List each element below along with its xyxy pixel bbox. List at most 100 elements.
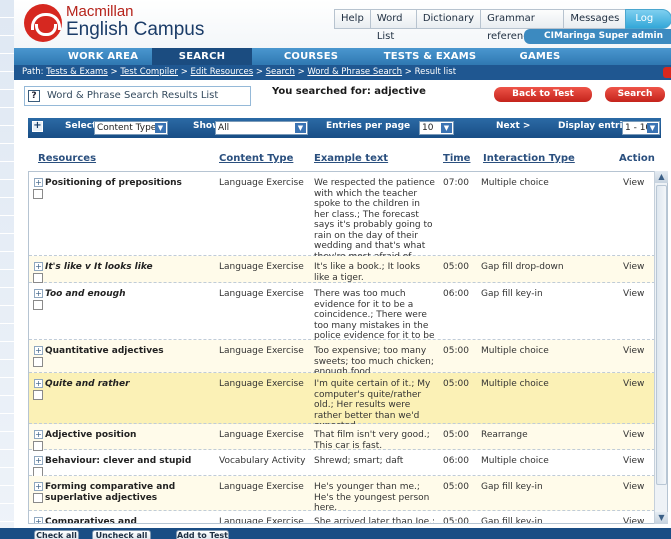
expand-icon[interactable]: + [34,482,43,491]
time: 05:00 [443,482,469,492]
breadcrumb-separator: > [110,67,118,77]
column-header-interaction-type[interactable]: Interaction Type [483,153,575,164]
nav-tests-exams[interactable]: TESTS & EXAMS [370,48,490,65]
view-link[interactable]: View [623,289,644,300]
resource-title[interactable]: It's like v It looks like [45,262,215,273]
add-to-test-button[interactable]: Add to Test [176,530,229,539]
interaction-type: Multiple choice [481,346,549,356]
chevron-down-icon: ▼ [295,123,306,133]
view-link[interactable]: View [623,346,644,357]
view-link[interactable]: View [623,482,644,493]
resource-title[interactable]: Quite and rather [45,379,215,390]
column-header-time[interactable]: Time [443,153,470,164]
row-checkbox[interactable] [33,273,43,283]
content-type: Language Exercise [219,517,304,524]
nav-search[interactable]: SEARCH [152,48,252,65]
search-again-button[interactable]: Search again [605,87,665,114]
example-text: She arrived later than Joe.; [314,517,436,524]
view-link[interactable]: View [623,456,644,467]
table-scrollbar[interactable]: ▲ ▼ [654,171,668,524]
expand-icon[interactable]: + [34,456,43,465]
interaction-type: Gap fill drop-down [481,262,564,272]
next-page-link[interactable]: Next > [496,121,530,131]
row-checkbox[interactable] [33,493,43,503]
left-decorative-strip [0,0,14,539]
messages-link[interactable]: Messages (0) [563,9,627,42]
entries-per-page-value: 10 [422,123,434,133]
scroll-up-icon[interactable]: ▲ [655,171,668,183]
row-checkbox[interactable] [33,300,43,310]
column-header-resources[interactable]: Resources [38,153,96,164]
nav-courses[interactable]: COURSES [252,48,370,65]
help-icon[interactable]: ? [28,90,40,102]
scroll-thumb[interactable] [656,185,667,485]
chevron-down-icon: ▼ [647,123,658,133]
resource-title[interactable]: Behaviour: clever and stupid [45,456,215,467]
table-row: + Quantitative adjectives Language Exercis… [29,340,655,377]
display-entries-select[interactable]: 1 - 10 ▼ [622,121,660,135]
word-list-link[interactable]: Word List [369,9,417,42]
main-nav: WORK AREA SEARCH COURSES TESTS & EXAMS G… [14,48,671,65]
help-link[interactable]: Help [334,9,371,29]
breadcrumb-test-compiler[interactable]: Test Compiler [120,67,178,77]
grammar-reference-link[interactable]: Grammar reference [480,9,565,42]
resource-title[interactable]: Adjective position [45,430,215,441]
expand-all-icon[interactable]: + [32,121,43,132]
expand-icon[interactable]: + [34,517,43,523]
expand-icon[interactable]: + [34,379,43,388]
content-type-select[interactable]: Content Type ▼ [94,121,168,135]
breadcrumb-separator: > [255,67,263,77]
expand-icon[interactable]: + [34,346,43,355]
row-checkbox[interactable] [33,189,43,199]
entries-per-page-select[interactable]: 10 ▼ [419,121,454,135]
dictionary-link[interactable]: Dictionary [415,9,482,29]
check-all-button[interactable]: Check all [34,530,79,539]
expand-icon[interactable]: + [34,430,43,439]
content-type: Language Exercise [219,346,304,356]
row-checkbox[interactable] [33,357,43,367]
resource-title[interactable]: Quantitative adjectives [45,346,215,357]
content-type: Language Exercise [219,262,304,272]
site-header: Macmillan English Campus Help Word List … [14,0,671,48]
expand-icon[interactable]: + [34,289,43,298]
side-tab-icon[interactable] [663,67,671,78]
example-text: That film isn't very good.; This car is … [314,430,430,451]
resource-title[interactable]: Comparatives and [45,517,215,523]
scroll-down-icon[interactable]: ▼ [655,512,668,524]
column-header-content-type[interactable]: Content Type [219,153,293,164]
example-text: He's younger than me.; He's the youngest… [314,482,430,513]
breadcrumb-word-phrase-search[interactable]: Word & Phrase Search [307,67,402,77]
table-row: + Positioning of prepositions Language Exe… [29,172,655,262]
view-link[interactable]: View [623,262,644,273]
breadcrumb-separator: > [297,67,305,77]
time: 05:00 [443,262,469,272]
resource-title[interactable]: Too and enough [45,289,215,300]
logout-button[interactable]: Log out [625,9,671,42]
breadcrumb-edit-resources[interactable]: Edit Resources [191,67,254,77]
show-select[interactable]: All ▼ [215,121,308,135]
interaction-type: Gap fill key-in [481,289,543,299]
view-link[interactable]: View [623,178,644,189]
table-row: + Adjective position Language Exercise That… [29,424,655,451]
searched-for-text: You searched for: adjective [272,86,426,97]
select-label: Select [65,121,97,131]
view-link[interactable]: View [623,430,644,441]
column-header-example-text[interactable]: Example text [314,153,388,164]
resource-title[interactable]: Positioning of prepositions [45,178,215,189]
expand-icon[interactable]: + [34,178,43,187]
brand-line-2: English Campus [66,19,205,40]
breadcrumb-search[interactable]: Search [266,67,295,77]
filter-bar: + Select Content Type ▼ Show All ▼ Entri… [28,118,661,138]
nav-games[interactable]: GAMES [490,48,590,65]
results-title: Word & Phrase Search Results List [47,90,219,101]
breadcrumb-tests-exams[interactable]: Tests & Exams [46,67,108,77]
view-link[interactable]: View [623,379,644,390]
expand-icon[interactable]: + [34,262,43,271]
breadcrumb-separator: > [404,67,412,77]
row-checkbox[interactable] [33,390,43,400]
resource-title[interactable]: Forming comparative and superlative adje… [45,482,215,503]
nav-work-area[interactable]: WORK AREA [14,48,152,65]
back-to-test-resources-button[interactable]: Back to Test Resources [494,87,592,114]
uncheck-all-button[interactable]: Uncheck all [92,530,151,539]
view-link[interactable]: View [623,517,644,523]
